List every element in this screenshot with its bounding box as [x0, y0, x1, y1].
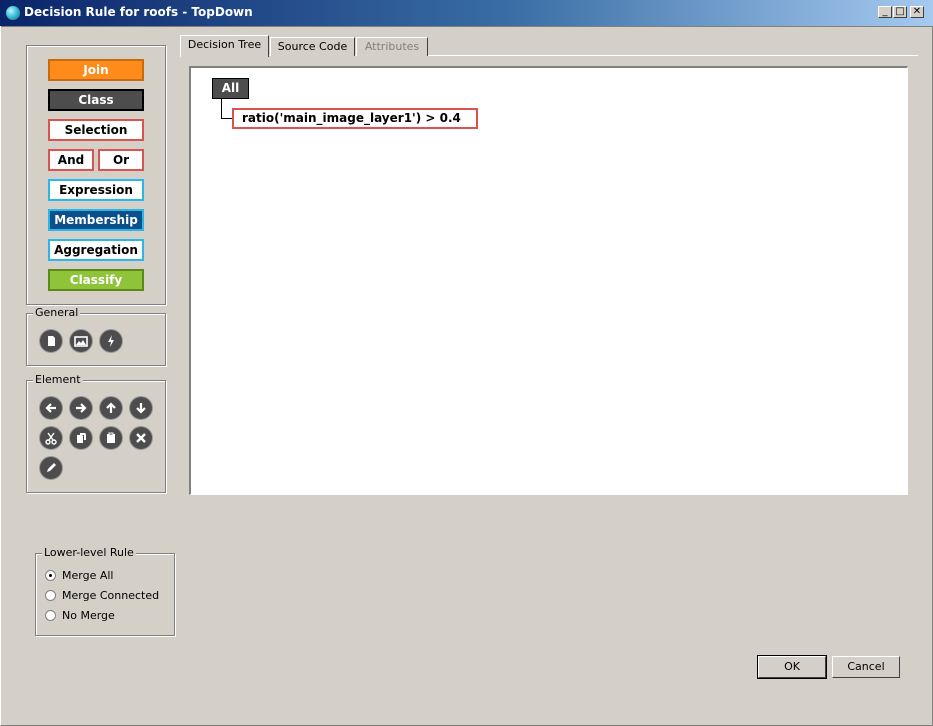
window-title: Decision Rule for roofs - TopDown — [24, 5, 253, 19]
delete-icon[interactable] — [130, 427, 152, 449]
close-button[interactable]: ✕ — [910, 6, 924, 18]
copy-icon[interactable] — [70, 427, 92, 449]
cut-icon[interactable] — [40, 427, 62, 449]
membership-button[interactable]: Membership — [48, 209, 144, 231]
radio-merge-all-label: Merge All — [62, 569, 114, 582]
tab-attributes: Attributes — [356, 37, 428, 56]
radio-merge-all-dot[interactable] — [45, 570, 56, 581]
arrow-right-icon[interactable] — [70, 397, 92, 419]
arrow-down-icon[interactable] — [130, 397, 152, 419]
tab-decision-tree[interactable]: Decision Tree — [180, 35, 269, 57]
edit-icon[interactable] — [40, 457, 62, 479]
arrow-left-icon[interactable] — [40, 397, 62, 419]
app-icon — [6, 6, 20, 20]
or-button[interactable]: Or — [98, 149, 144, 171]
radio-merge-connected-dot[interactable] — [45, 590, 56, 601]
cancel-button[interactable]: Cancel — [832, 656, 900, 678]
tree-connector-horizontal — [221, 118, 232, 119]
general-group-title: General — [33, 306, 81, 319]
join-button[interactable]: Join — [48, 59, 144, 81]
image-icon[interactable] — [70, 330, 92, 352]
aggregation-button[interactable]: Aggregation — [48, 239, 144, 261]
lightning-icon[interactable] — [100, 330, 122, 352]
title-bar[interactable]: Decision Rule for roofs - TopDown _ □ ✕ — [0, 0, 933, 27]
arrow-up-icon[interactable] — [100, 397, 122, 419]
tab-source-code[interactable]: Source Code — [270, 37, 355, 56]
radio-no-merge-dot[interactable] — [45, 610, 56, 621]
radio-no-merge-label: No Merge — [62, 609, 115, 622]
tree-node-all[interactable]: All — [212, 78, 249, 99]
decision-tree-canvas[interactable]: All ratio('main_image_layer1') > 0.4 — [189, 66, 908, 495]
radio-merge-connected-label: Merge Connected — [62, 589, 160, 602]
maximize-button[interactable]: □ — [893, 6, 907, 18]
tree-connector-vertical — [221, 99, 222, 119]
paste-icon[interactable] — [100, 427, 122, 449]
new-document-icon[interactable] — [40, 330, 62, 352]
expression-button[interactable]: Expression — [48, 179, 144, 201]
tree-node-condition[interactable]: ratio('main_image_layer1') > 0.4 — [232, 108, 478, 129]
minimize-button[interactable]: _ — [878, 6, 892, 18]
and-button[interactable]: And — [48, 149, 94, 171]
classify-button[interactable]: Classify — [48, 269, 144, 291]
selection-button[interactable]: Selection — [48, 119, 144, 141]
lower-level-rule-title: Lower-level Rule — [42, 546, 136, 559]
element-group-title: Element — [33, 373, 83, 386]
palette-panel — [26, 45, 166, 305]
class-button[interactable]: Class — [48, 89, 144, 111]
ok-button[interactable]: OK — [758, 656, 826, 678]
